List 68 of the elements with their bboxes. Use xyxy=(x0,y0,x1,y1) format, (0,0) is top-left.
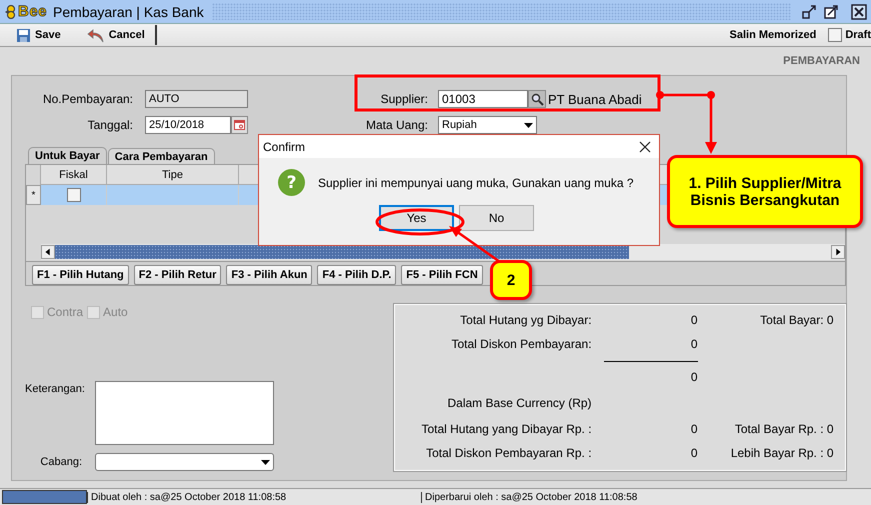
field-label: Keterangan: xyxy=(25,382,82,395)
field-label: No.Pembayaran: xyxy=(42,92,133,106)
branch-dropdown[interactable] xyxy=(95,453,274,471)
question-icon: ? xyxy=(278,169,305,196)
close-icon[interactable] xyxy=(639,140,651,152)
connector-arrow xyxy=(656,91,717,154)
fiskal-checkbox[interactable] xyxy=(66,188,80,202)
undo-arrow-icon xyxy=(86,28,105,42)
function-button[interactable]: F4 - Pilih D.P. xyxy=(317,265,396,285)
search-button[interactable] xyxy=(528,90,546,108)
restore-icon[interactable] xyxy=(801,4,817,20)
total-label: Total Hutang yang Dibayar Rp. : xyxy=(420,422,592,436)
total-value: 0 xyxy=(690,337,698,351)
window-title: Pembayaran | Kas Bank xyxy=(53,4,204,20)
total-label: Total Hutang yg Dibayar: xyxy=(459,313,592,327)
calendar-button[interactable] xyxy=(231,116,248,134)
total-label: Total Diskon Pembayaran Rp. : xyxy=(425,446,592,460)
total-summary: Total Bayar: 0 xyxy=(759,313,834,327)
total-label: Total Diskon Pembayaran: xyxy=(450,337,592,351)
updated-info: Diperbarui oleh : sa@25 October 2018 11:08:58 xyxy=(421,492,638,502)
number-field: AUTO xyxy=(145,90,248,108)
callout: 2 xyxy=(490,260,532,300)
close-icon[interactable] xyxy=(851,4,867,20)
total-value: 0 xyxy=(604,361,698,384)
bee-icon xyxy=(4,4,16,18)
total-summary: Lebih Bayar Rp. : 0 xyxy=(730,446,834,460)
supplier-field[interactable]: 01003 xyxy=(438,90,528,108)
save-icon xyxy=(16,28,31,42)
function-button[interactable]: F5 - Pilih FCN xyxy=(401,265,483,285)
total-value: 0 xyxy=(690,446,698,460)
function-button[interactable]: F3 - Pilih Akun xyxy=(226,265,312,285)
caret-icon xyxy=(261,460,270,464)
pointer-arrow xyxy=(449,226,501,264)
currency-heading: Dalam Base Currency (Rp) xyxy=(446,396,592,410)
dialog-button[interactable]: No xyxy=(459,205,534,231)
column-header: Fiskal xyxy=(41,165,107,185)
callout: 1. Pilih Supplier/Mitra Bisnis Bersangkutan xyxy=(667,155,863,228)
dialog-message: Supplier ini mempunyai uang muka, Gunakan uang muka ? xyxy=(318,176,634,190)
date-field[interactable]: 25/10/2018 xyxy=(145,116,231,134)
field-label: Cabang: xyxy=(39,456,82,468)
row-marker: * xyxy=(26,185,41,205)
field-label: Tanggal: xyxy=(86,118,133,132)
horizontal-scrollbar[interactable] xyxy=(41,244,845,260)
total-summary: Total Bayar Rp. : 0 xyxy=(734,422,834,436)
scroll-left-icon[interactable] xyxy=(41,245,55,259)
draft-checkbox[interactable]: Draft xyxy=(828,28,871,42)
caret-icon xyxy=(524,122,533,128)
function-button[interactable]: F1 - Pilih Hutang xyxy=(32,265,129,285)
tab[interactable]: Untuk Bayar xyxy=(28,147,107,164)
maximize-icon[interactable] xyxy=(823,4,839,20)
created-info: Dibuat oleh : sa@25 October 2018 11:08:58 xyxy=(87,492,421,502)
currency-dropdown[interactable]: Rupiah xyxy=(438,116,537,134)
app-logo: Bee xyxy=(18,3,48,20)
total-value: 0 xyxy=(690,313,698,327)
dialog-title: Confirm xyxy=(263,140,306,154)
column-header: Tipe xyxy=(107,165,239,185)
function-button[interactable]: F2 - Pilih Retur xyxy=(134,265,222,285)
tab[interactable]: Cara Pembayaran xyxy=(108,148,215,164)
save-button[interactable]: Save xyxy=(0,28,71,42)
field-label: Supplier: xyxy=(380,92,428,106)
memorized-link[interactable]: Salin Memorized xyxy=(730,29,816,41)
cancel-button[interactable]: Cancel xyxy=(70,28,155,42)
field-label: Mata Uang: xyxy=(364,118,428,132)
section-title: PEMBAYARAN xyxy=(783,55,860,67)
total-value: 0 xyxy=(690,422,698,436)
notes-field[interactable] xyxy=(95,381,274,445)
supplier-name: PT Buana Abadi xyxy=(548,92,642,106)
scroll-right-icon[interactable] xyxy=(831,245,845,259)
